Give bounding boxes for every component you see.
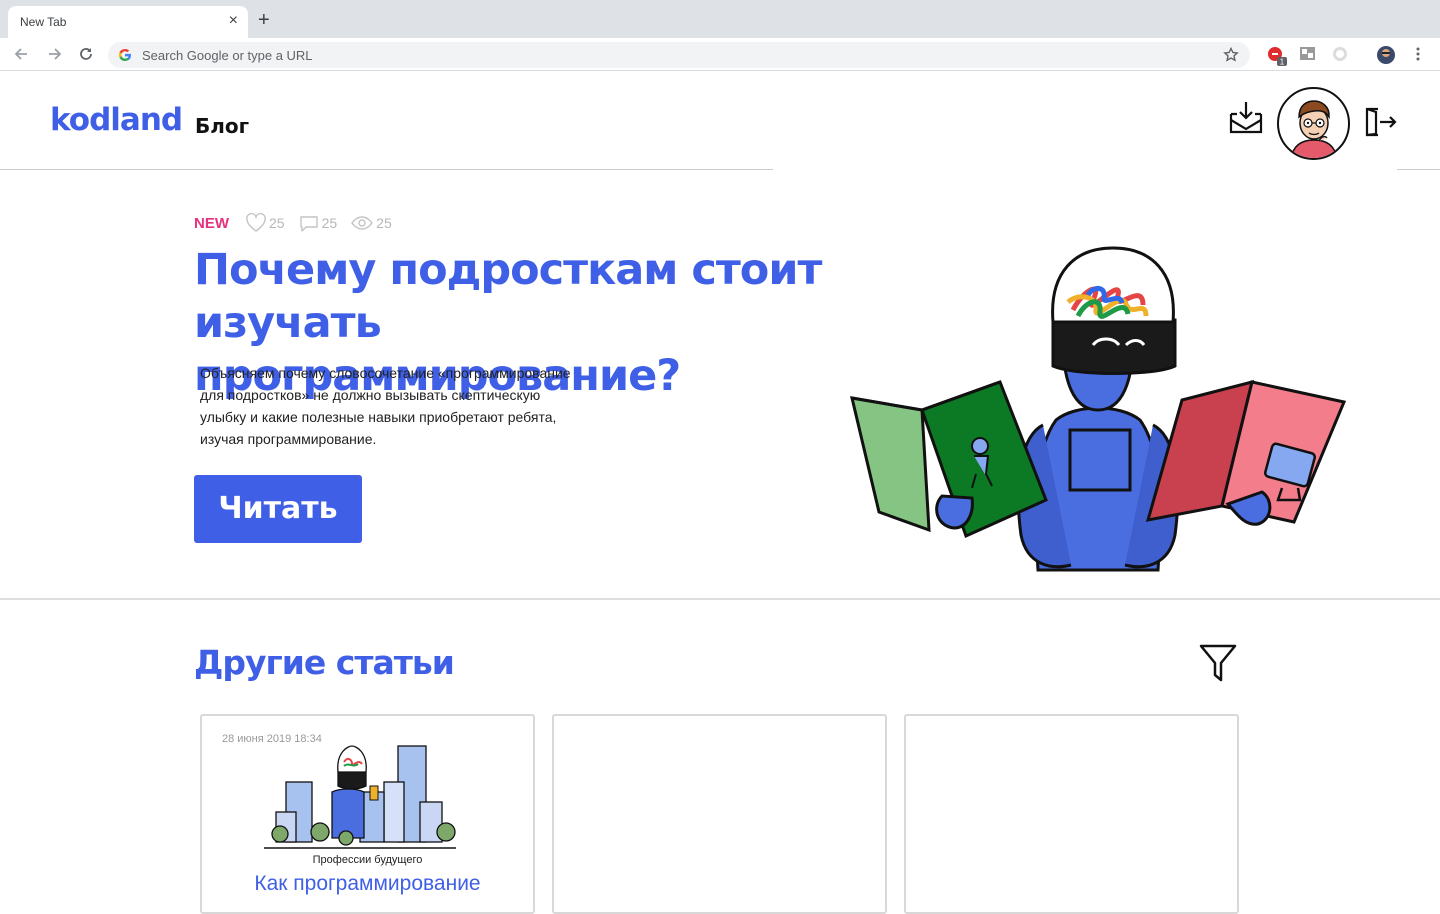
inbox-download-icon[interactable] [1228, 100, 1264, 136]
comment-icon [299, 216, 318, 232]
browser-tabstrip: New Tab × + [0, 0, 1440, 38]
extension-badge: 1 [1280, 58, 1285, 67]
read-button[interactable]: Читать [194, 475, 362, 543]
header-divider-right [1397, 169, 1440, 170]
new-badge: NEW [194, 214, 229, 232]
profile-avatar-icon[interactable] [1376, 45, 1396, 65]
extension-toggle-icon[interactable] [1331, 45, 1349, 63]
menu-kebab-icon[interactable] [1410, 45, 1426, 63]
article-meta: NEW 25 25 25 [194, 212, 405, 234]
hero-divider [0, 598, 1440, 600]
forward-arrow-icon[interactable] [44, 44, 64, 64]
hero-title-line-1: Почему подросткам стоит [194, 245, 822, 295]
logout-icon[interactable] [1364, 105, 1398, 137]
hero-description: Объясняем почему словосочетание «програм… [200, 365, 571, 447]
blog-label[interactable]: Блог [195, 114, 249, 138]
comments-count: 25 [321, 215, 338, 231]
new-tab-button[interactable]: + [258, 10, 270, 30]
article-card-placeholder[interactable] [552, 714, 887, 914]
user-portrait-icon [1290, 100, 1338, 158]
robot-reading-illustration [850, 246, 1347, 572]
views-stat: 25 [350, 213, 392, 233]
site-header: kodland Блог [0, 72, 1440, 170]
reload-icon[interactable] [76, 44, 96, 64]
tab-title: New Tab [20, 15, 67, 29]
filter-icon[interactable] [1198, 642, 1238, 684]
article-card-placeholder[interactable] [904, 714, 1239, 914]
back-arrow-icon[interactable] [12, 44, 32, 64]
eye-icon [351, 216, 373, 230]
likes-count: 25 [269, 215, 285, 231]
omnibox-placeholder: Search Google or type a URL [142, 48, 313, 63]
star-icon[interactable] [1222, 46, 1240, 64]
header-divider-left [0, 169, 773, 170]
heart-icon [246, 213, 266, 232]
extension-adblock-icon[interactable]: 1 [1266, 45, 1288, 67]
tab-close-icon[interactable]: × [229, 13, 238, 29]
omnibox[interactable]: Search Google or type a URL [108, 42, 1250, 68]
google-icon [119, 49, 131, 61]
views-count: 25 [376, 215, 392, 231]
comments-stat[interactable]: 25 [298, 213, 338, 233]
likes-stat[interactable]: 25 [245, 213, 285, 233]
article-card[interactable]: 28 июня 2019 18:34 Профессии будущего Ка… [200, 714, 535, 914]
user-avatar[interactable] [1277, 87, 1350, 160]
browser-toolbar: Search Google or type a URL 1 [0, 38, 1440, 71]
other-articles-title: Другие статьи [194, 643, 455, 682]
extension-gallery-icon[interactable] [1299, 45, 1317, 63]
card-city-illustration [264, 745, 456, 849]
card-category: Профессии будущего [312, 854, 423, 866]
card-title[interactable]: Как программирование [202, 872, 533, 896]
kodland-logo[interactable]: kodland [50, 102, 183, 138]
browser-tab[interactable]: New Tab × [8, 6, 248, 38]
